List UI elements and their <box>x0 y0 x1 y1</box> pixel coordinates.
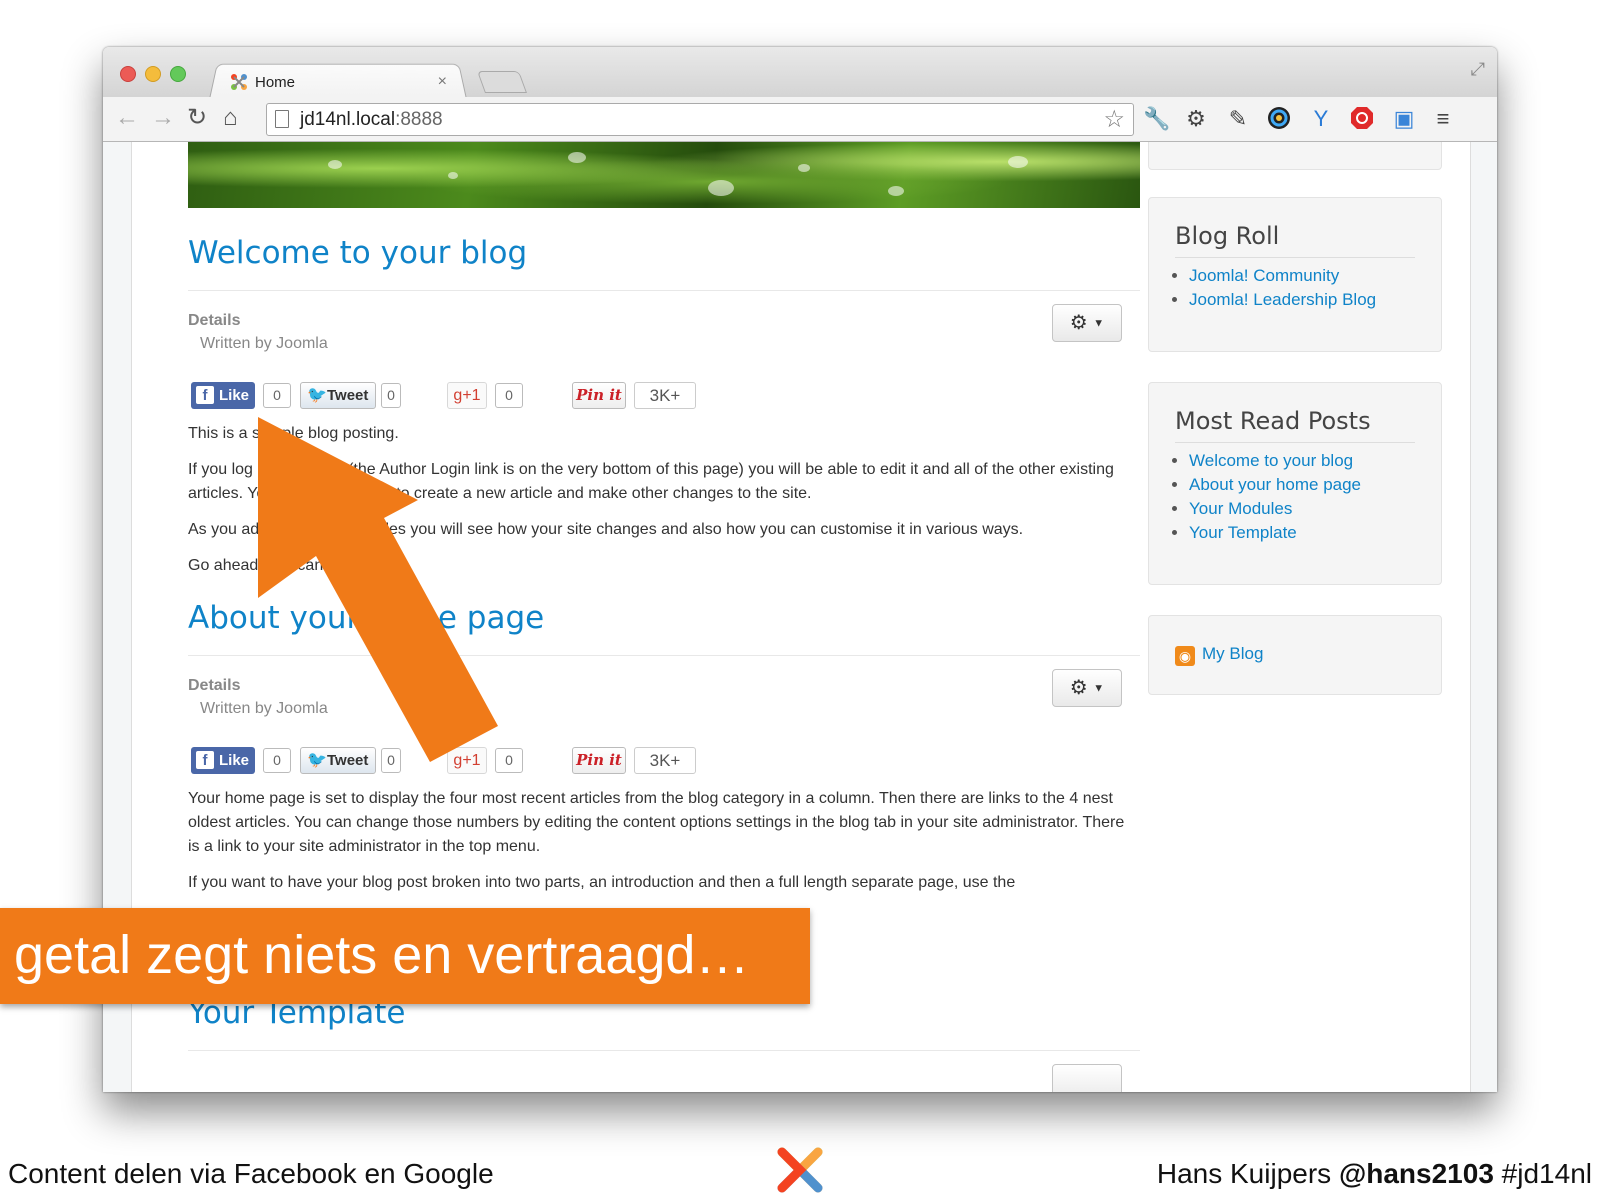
facebook-like-button[interactable]: f Like <box>191 382 255 409</box>
pin-count: 3K+ <box>634 382 696 409</box>
blog-roll-module: Blog Roll Joomla! Community Joomla! Lead… <box>1148 197 1442 352</box>
like-count: 0 <box>263 383 291 408</box>
wrench-icon[interactable]: 🔧 <box>1143 106 1170 132</box>
article-options-button[interactable]: ⚙ ▼ <box>1052 304 1122 342</box>
caret-down-icon: ▼ <box>1093 317 1105 330</box>
most-read-list: Welcome to your blog About your home pag… <box>1171 449 1361 545</box>
blog-roll-list: Joomla! Community Joomla! Leadership Blo… <box>1171 264 1376 312</box>
article-paragraph: If you log in to the site (the Author Lo… <box>188 461 1114 502</box>
sidebar-module-partial <box>1148 142 1442 170</box>
module-title: Most Read Posts <box>1175 407 1371 435</box>
twitter-handle: @hans2103 <box>1338 1158 1494 1189</box>
article-paragraph: As you add and modify articles you will … <box>188 521 1024 538</box>
article-paragraph: If you want to have your blog post broke… <box>188 874 1016 891</box>
adblock-icon[interactable] <box>1349 106 1375 132</box>
bookmark-star-icon[interactable]: ☆ <box>1103 105 1125 134</box>
gear-extension-icon[interactable]: ⚙ <box>1183 106 1209 132</box>
article-title[interactable]: About your home page <box>188 600 544 636</box>
social-share-bar: f Like 0 🐦 Tweet 0 g+1 0 Pin it 3K+ <box>188 747 708 775</box>
minimize-window-button[interactable] <box>145 66 161 82</box>
tweet-button[interactable]: 🐦 Tweet <box>300 747 376 774</box>
caption-banner: getal zegt niets en vertraagd… <box>0 908 810 1004</box>
close-window-button[interactable] <box>120 66 136 82</box>
most-read-module: Most Read Posts Welcome to your blog Abo… <box>1148 382 1442 585</box>
browser-titlebar: Home × ⤢ <box>103 47 1497 100</box>
tweet-button[interactable]: 🐦 Tweet <box>300 382 376 409</box>
article-paragraph: This is a sample blog posting. <box>188 425 399 442</box>
twitter-bird-icon: 🐦 <box>307 752 327 769</box>
social-share-bar: f Like 0 🐦 Tweet 0 g+1 0 Pin it 3K+ <box>188 382 708 410</box>
like-count: 0 <box>263 748 291 773</box>
list-item[interactable]: Joomla! Leadership Blog <box>1189 288 1376 312</box>
reload-icon[interactable]: ↻ <box>187 103 207 133</box>
eyedropper-icon[interactable]: ✎ <box>1225 106 1251 132</box>
details-label: Details <box>188 312 241 329</box>
caption-text: getal zegt niets en vertraagd… <box>14 925 750 985</box>
window-extension-icon[interactable]: ▣ <box>1391 106 1417 132</box>
pinterest-button[interactable]: Pin it <box>572 382 626 409</box>
author-line: Written by Joomla <box>200 335 328 352</box>
feed-module: ◉ My Blog <box>1148 615 1442 695</box>
module-title: Blog Roll <box>1175 222 1280 250</box>
url-text: jd14nl.local:8888 <box>300 109 443 130</box>
tab-title: Home <box>255 73 296 91</box>
slide-footer-title: Content delen via Facebook en Google <box>8 1158 494 1189</box>
new-tab-button[interactable] <box>476 71 528 93</box>
color-wheel-icon[interactable] <box>1266 106 1292 132</box>
rss-icon: ◉ <box>1175 646 1195 666</box>
gear-icon: ⚙ <box>1069 677 1088 699</box>
menu-icon[interactable]: ≡ <box>1430 106 1456 132</box>
pinterest-button[interactable]: Pin it <box>572 747 626 774</box>
list-item[interactable]: Joomla! Community <box>1189 264 1376 288</box>
browser-tab[interactable]: Home × <box>223 67 453 97</box>
pin-count: 3K+ <box>634 747 696 774</box>
feed-link[interactable]: My Blog <box>1202 644 1263 664</box>
list-item[interactable]: Welcome to your blog <box>1189 449 1361 473</box>
joomla-logo-icon <box>777 1147 823 1193</box>
twitter-bird-icon: 🐦 <box>307 387 327 404</box>
home-icon[interactable]: ⌂ <box>223 103 238 133</box>
back-arrow-icon[interactable]: ← <box>115 103 139 133</box>
facebook-icon: f <box>196 751 214 769</box>
divider <box>188 290 1140 291</box>
tab-close-icon[interactable]: × <box>438 73 447 91</box>
article-options-button[interactable] <box>1052 1064 1122 1092</box>
author-line: Written by Joomla <box>200 700 328 717</box>
joomla-favicon-icon <box>231 74 247 90</box>
forward-arrow-icon[interactable]: → <box>151 103 175 133</box>
fullscreen-icon[interactable]: ⤢ <box>1471 59 1485 80</box>
gear-icon: ⚙ <box>1069 312 1088 334</box>
article-paragraph: Go ahead, you can't break it. <box>188 557 393 574</box>
caret-down-icon: ▼ <box>1093 682 1105 695</box>
slide-footer-author: Hans Kuijpers @hans2103 #jd14nl <box>1156 1158 1592 1189</box>
browser-toolbar: ← → ↻ ⌂ jd14nl.local:8888 ☆ 🔧 ⚙ ✎ Y ▣ ≡ <box>103 97 1497 142</box>
article-paragraph: Your home page is set to display the fou… <box>188 790 1125 855</box>
header-image <box>188 142 1140 208</box>
details-label: Details <box>188 677 241 694</box>
facebook-icon: f <box>196 386 214 404</box>
article-title[interactable]: Welcome to your blog <box>188 235 527 271</box>
tweet-count: 0 <box>381 383 401 408</box>
gplus-count: 0 <box>495 383 523 408</box>
list-item[interactable]: Your Modules <box>1189 497 1361 521</box>
article-options-button[interactable]: ⚙ ▼ <box>1052 669 1122 707</box>
v-extension-icon[interactable]: Y <box>1308 106 1334 132</box>
list-item[interactable]: Your Template <box>1189 521 1361 545</box>
list-item[interactable]: About your home page <box>1189 473 1361 497</box>
google-plus-button[interactable]: g+1 <box>447 747 487 774</box>
address-bar[interactable]: jd14nl.local:8888 ☆ <box>266 103 1134 136</box>
divider <box>188 655 1140 656</box>
facebook-like-button[interactable]: f Like <box>191 747 255 774</box>
page-icon <box>275 110 289 128</box>
divider <box>188 1050 1140 1051</box>
hashtag: #jd14nl <box>1493 1158 1592 1189</box>
gplus-count: 0 <box>495 748 523 773</box>
google-plus-button[interactable]: g+1 <box>447 382 487 409</box>
zoom-window-button[interactable] <box>170 66 186 82</box>
tweet-count: 0 <box>381 748 401 773</box>
